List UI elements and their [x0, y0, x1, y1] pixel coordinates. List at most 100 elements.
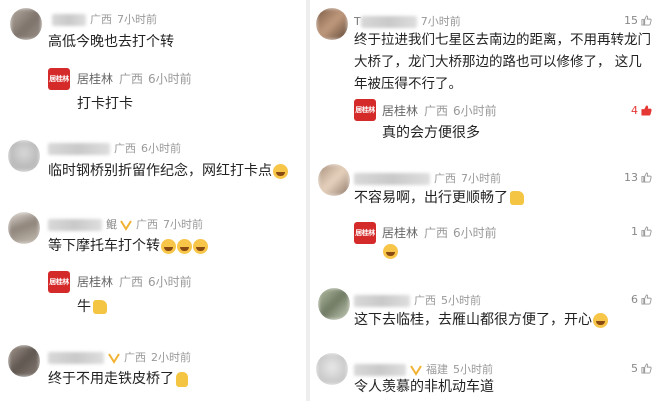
thumbs-up-icon[interactable] [641, 294, 652, 305]
like-count-value: 15 [624, 14, 638, 27]
reply-text: 真的会方便很多 [382, 125, 480, 141]
reply-location: 广西 [119, 72, 144, 86]
comment-text-line: 大桥了，龙门大桥那边的路也可以修修了， 这几 [354, 54, 642, 70]
reply-like-count[interactable]: 4 [631, 104, 652, 117]
thumbs-up-icon[interactable] [641, 363, 652, 374]
comment-text-line: 终于拉进我们七星区去南边的距离，不用再转龙门 [354, 32, 651, 48]
grin-emoji-icon [273, 163, 288, 179]
username-blurred[interactable] [354, 295, 410, 307]
logo-text: 居桂林 [355, 106, 375, 114]
reply-like-count[interactable]: 1 [631, 225, 652, 238]
logo-text: 居桂林 [49, 75, 69, 83]
reply-meta: 居桂林 广西 6小时前 [382, 224, 502, 241]
comment-time: 2小时前 [151, 351, 191, 364]
grin-emoji-icon [161, 238, 176, 254]
reply-author[interactable]: 居桂林 [382, 226, 418, 240]
like-count[interactable]: 13 [624, 171, 652, 184]
comment-text: 等下摩托车打个转 [48, 235, 208, 257]
reply-text [382, 243, 398, 259]
comment-text: 令人羡慕的非机动车道 [354, 379, 494, 395]
username-blurred[interactable] [48, 219, 102, 231]
avatar[interactable] [8, 345, 40, 377]
author-logo[interactable]: 居桂林 [48, 271, 70, 293]
grin-emoji-icon [177, 238, 192, 254]
reply-text: 牛 [77, 296, 107, 316]
comment-location: 福建 [426, 363, 448, 376]
reply-author[interactable]: 居桂林 [77, 275, 113, 289]
fan-medal-icon [410, 365, 422, 376]
comment-text-content: 等下摩托车打个转 [48, 238, 160, 254]
like-count-value: 13 [624, 171, 638, 184]
like-count[interactable]: 5 [631, 362, 652, 375]
like-count-value: 4 [631, 104, 638, 117]
username-partial[interactable]: 鲲 [106, 218, 117, 231]
thumbs-up-emoji-icon [510, 191, 524, 205]
comment-meta: 广西 5小时前 [354, 292, 486, 308]
thumbs-up-icon[interactable] [641, 226, 652, 237]
comment-location: 广西 [434, 172, 456, 185]
username-blurred[interactable] [360, 16, 417, 28]
victory-hand-emoji-icon [176, 371, 188, 387]
avatar[interactable] [318, 288, 350, 320]
avatar[interactable] [318, 164, 350, 196]
comment-time: 5小时前 [441, 294, 481, 307]
comment-meta: 广西 2小时前 [48, 349, 196, 365]
thumbs-up-emoji-icon [93, 300, 107, 314]
reply-time: 6小时前 [148, 275, 192, 289]
comment-meta: 鲲 广西 7小时前 [48, 216, 208, 232]
comment-text: 终于不用走铁皮桥了 [48, 368, 188, 390]
avatar[interactable] [10, 8, 42, 40]
like-count-value: 6 [631, 293, 638, 306]
username-blurred[interactable] [52, 14, 86, 26]
reply-text: 打卡打卡 [77, 96, 133, 112]
reply-location: 广西 [424, 104, 449, 118]
comment-text: 这下去临桂，去雁山都很方便了，开心 [354, 309, 608, 331]
author-logo[interactable]: 居桂林 [354, 99, 376, 121]
like-count[interactable]: 15 [624, 14, 652, 27]
avatar[interactable] [8, 140, 40, 172]
comment-location: 广西 [90, 13, 112, 26]
like-count[interactable]: 6 [631, 293, 652, 306]
avatar[interactable] [316, 8, 348, 40]
username-blurred[interactable] [48, 352, 104, 364]
comment-text: 临时钢桥别折留作纪念，网红打卡点 [48, 160, 288, 182]
reply-location: 广西 [119, 275, 144, 289]
reply-meta: 居桂林 广西 6小时前 [77, 273, 197, 290]
left-comment-column: 广西 7小时前 高低今晚也去打个转 居桂林 居桂林 广西 6小时前 打卡打卡 广西 6小… [0, 0, 306, 401]
author-logo[interactable]: 居桂林 [48, 68, 70, 90]
comment-time: 7小时前 [461, 172, 501, 185]
reply-location: 广西 [424, 226, 449, 240]
reply-author[interactable]: 居桂林 [382, 104, 418, 118]
like-count-value: 1 [631, 225, 638, 238]
comment-text: 不容易啊，出行更顺畅了 [354, 187, 524, 209]
right-comment-column: T 7小时前 15 终于拉进我们七星区去南边的距离，不用再转龙门 大桥了，龙门大桥… [310, 0, 660, 401]
comment-text-content: 终于不用走铁皮桥了 [48, 371, 174, 387]
fan-medal-icon [120, 220, 132, 231]
reply-text-content: 牛 [77, 299, 91, 315]
comment-location: 广西 [124, 351, 146, 364]
thumbs-up-icon[interactable] [641, 105, 652, 116]
username-partial[interactable]: T [354, 15, 361, 28]
thumbs-up-icon[interactable] [641, 172, 652, 183]
like-count-value: 5 [631, 362, 638, 375]
author-logo[interactable]: 居桂林 [354, 222, 376, 244]
comment-text-content: 临时钢桥别折留作纪念，网红打卡点 [48, 163, 272, 179]
grin-emoji-icon [593, 312, 608, 328]
username-blurred[interactable] [354, 173, 430, 185]
avatar[interactable] [8, 212, 40, 244]
comment-location: 广西 [136, 218, 158, 231]
comment-meta: 广西 7小时前 [52, 11, 162, 27]
reply-time: 6小时前 [148, 72, 192, 86]
username-blurred[interactable] [354, 364, 406, 376]
comment-meta: 广西 7小时前 [354, 170, 506, 186]
reply-meta: 居桂林 广西 6小时前 [382, 102, 502, 119]
fan-medal-icon [108, 353, 120, 364]
laugh-tears-emoji-icon [193, 238, 208, 254]
thumbs-up-icon[interactable] [641, 15, 652, 26]
comment-time: 7小时前 [163, 218, 203, 231]
reply-author[interactable]: 居桂林 [77, 72, 113, 86]
avatar[interactable] [316, 353, 348, 385]
username-blurred[interactable] [48, 143, 110, 155]
comment-text-line: 年被压得不行了。 [354, 76, 462, 92]
comment-meta: 福建 5小时前 [354, 361, 498, 377]
